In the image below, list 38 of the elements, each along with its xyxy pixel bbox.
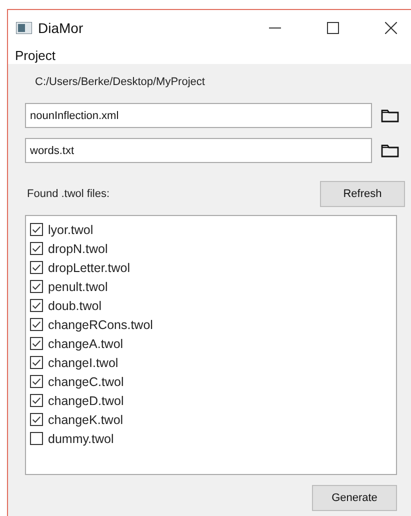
generate-button[interactable]: Generate [312,485,397,511]
file-field[interactable]: nounInflection.xml [25,103,372,128]
file-label[interactable]: changeC.twol [48,374,124,388]
project-path: C:/Users/Berke/Desktop/MyProject [35,76,206,90]
file-label[interactable]: lyor.twol [48,222,94,236]
maximize-icon[interactable] [327,22,339,34]
file-label[interactable]: dummy.twol [48,432,114,446]
file-label[interactable]: changeI.twol [48,356,118,370]
close-icon[interactable] [385,22,397,34]
file-label[interactable]: penult.twol [48,280,108,294]
window-title: DiaMor [38,20,84,36]
menu-item[interactable]: Project [15,48,56,62]
checkbox[interactable] [30,337,43,350]
folder-icon[interactable] [381,143,399,158]
checkbox[interactable] [30,432,43,445]
checkbox[interactable] [30,299,43,312]
folder-icon[interactable] [381,108,399,123]
checkbox[interactable] [30,261,43,274]
checkbox[interactable] [30,356,43,369]
checkbox[interactable] [30,223,43,236]
file-label[interactable]: doub.twol [48,298,102,312]
checkbox[interactable] [30,375,43,388]
file-label[interactable]: changeA.twol [48,336,124,350]
checkbox[interactable] [30,394,43,407]
checkbox[interactable] [30,242,43,255]
minimize-icon[interactable] [269,27,281,29]
file-label[interactable]: dropN.twol [48,242,108,256]
checkbox[interactable] [30,413,43,426]
file-field[interactable]: words.txt [25,138,372,163]
refresh-button[interactable]: Refresh [320,181,405,207]
found-label: Found .twol files: [26,188,110,200]
file-label[interactable]: dropLetter.twol [48,260,130,274]
checkbox[interactable] [30,280,43,293]
file-label[interactable]: changeD.twol [48,394,124,408]
checkbox[interactable] [30,318,43,331]
file-label[interactable]: changeK.twol [48,412,124,426]
app-icon [16,22,32,34]
file-label[interactable]: changeRCons.twol [48,318,153,332]
